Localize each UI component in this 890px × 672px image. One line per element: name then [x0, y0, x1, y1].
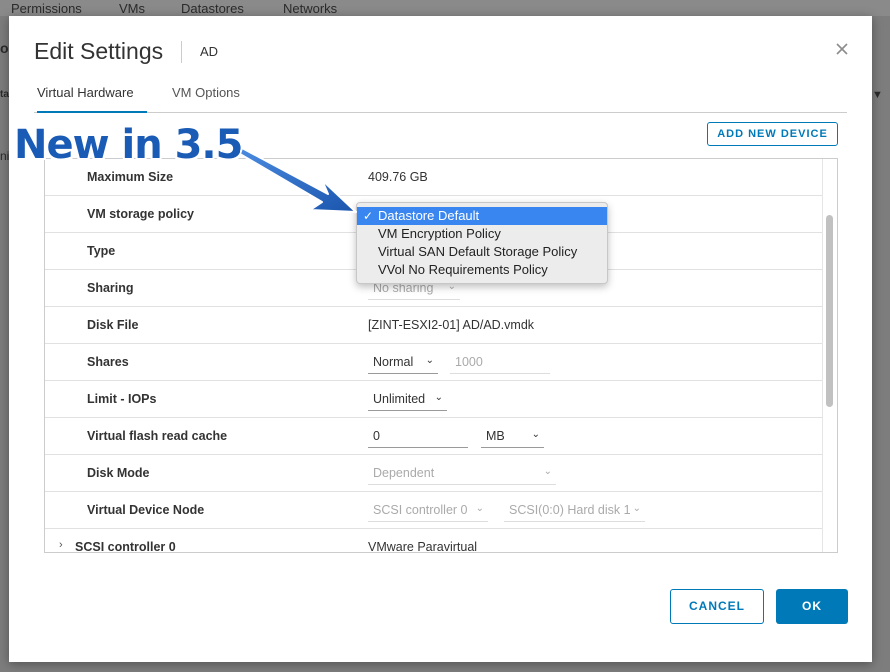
dialog-tabs: Virtual Hardware VM Options: [34, 85, 847, 113]
add-new-device-button[interactable]: ADD NEW DEVICE: [707, 122, 838, 146]
row-label: Limit - IOPs: [87, 392, 157, 406]
dropdown-option-vvol[interactable]: VVol No Requirements Policy: [357, 261, 607, 279]
shares-select[interactable]: Normal ⌄: [368, 350, 438, 374]
limit-iops-value: Unlimited: [373, 392, 426, 406]
bg-tab-permissions: Permissions: [11, 1, 82, 16]
row-scsi-controller[interactable]: › SCSI controller 0 VMware Paravirtual: [45, 529, 822, 553]
flash-cache-unit-select[interactable]: MB ⌄: [481, 424, 544, 448]
row-limit-iops: Limit - IOPs Unlimited ⌄: [45, 381, 822, 418]
bg-tab-vms: VMs: [119, 1, 145, 16]
bg-tab-networks: Networks: [283, 1, 338, 16]
row-label: Disk File: [87, 318, 139, 332]
title-divider: [181, 41, 182, 63]
chevron-down-icon: ⌄: [531, 429, 540, 440]
disk-mode-select[interactable]: Dependent ⌄: [368, 461, 556, 485]
dropdown-option-vsan-default[interactable]: Virtual SAN Default Storage Policy: [357, 243, 607, 261]
flash-cache-unit: MB: [486, 429, 505, 443]
scrollbar-thumb[interactable]: [826, 215, 833, 407]
row-label: Maximum Size: [87, 170, 174, 184]
chevron-down-icon: ⌄: [434, 392, 443, 403]
row-label: Shares: [87, 355, 129, 369]
background-tab-bar: Permissions VMs Datastores Networks: [0, 0, 890, 16]
shares-value: Normal: [373, 355, 414, 369]
dialog-subtitle: AD: [200, 44, 219, 59]
dropdown-option-datastore-default[interactable]: ✓ Datastore Default: [357, 207, 607, 225]
row-label: Virtual flash read cache: [87, 429, 228, 443]
chevron-down-icon: ⌄: [475, 503, 484, 514]
bg-fragment: ni: [0, 149, 9, 163]
device-disk-value: SCSI(0:0) Hard disk 1: [509, 503, 631, 517]
chevron-down-icon: ⌄: [425, 355, 434, 366]
ok-button[interactable]: OK: [776, 589, 848, 624]
scsi-controller-value: VMware Paravirtual: [368, 540, 478, 553]
bg-fragment: o: [0, 40, 9, 56]
bg-chevron-icon: ▼: [872, 89, 883, 101]
disk-mode-value: Dependent: [373, 466, 435, 480]
row-label: Type: [87, 244, 116, 258]
limit-iops-select[interactable]: Unlimited ⌄: [368, 387, 447, 411]
chevron-down-icon: ⌄: [632, 503, 641, 514]
maximum-size-value: 409.76 GB: [368, 170, 428, 184]
cancel-button[interactable]: CANCEL: [670, 589, 764, 624]
device-controller-value: SCSI controller 0: [373, 503, 468, 517]
tab-virtual-hardware[interactable]: Virtual Hardware: [37, 85, 147, 113]
chevron-right-icon[interactable]: ›: [59, 539, 63, 551]
tab-vm-options[interactable]: VM Options: [172, 85, 240, 113]
row-label: SCSI controller 0: [75, 540, 176, 553]
row-label: VM storage policy: [87, 207, 194, 221]
annotation-arrow-icon: [240, 147, 357, 213]
device-disk-select[interactable]: SCSI(0:0) Hard disk 1 ⌄: [504, 498, 645, 522]
close-icon[interactable]: [835, 42, 849, 56]
storage-policy-dropdown: ✓ Datastore Default VM Encryption Policy…: [356, 202, 608, 284]
row-label: Virtual Device Node: [87, 503, 205, 517]
row-label: Disk Mode: [87, 466, 150, 480]
annotation-label: New in 3.5: [14, 122, 243, 168]
edit-settings-dialog: Edit Settings AD Virtual Hardware VM Opt…: [9, 16, 872, 662]
checkmark-icon: ✓: [363, 209, 374, 223]
flash-cache-input[interactable]: 0: [368, 424, 468, 448]
row-disk-file: Disk File [ZINT-ESXI2-01] AD/AD.vmdk: [45, 307, 822, 344]
row-virtual-device-node: Virtual Device Node SCSI controller 0 ⌄ …: [45, 492, 822, 529]
dialog-title: Edit Settings: [34, 38, 164, 64]
row-label: Sharing: [87, 281, 134, 295]
option-label: Datastore Default: [378, 208, 480, 223]
row-disk-mode: Disk Mode Dependent ⌄: [45, 455, 822, 492]
chevron-down-icon: ⌄: [543, 466, 552, 477]
shares-number-input[interactable]: 1000: [450, 350, 550, 374]
dropdown-option-vm-encryption[interactable]: VM Encryption Policy: [357, 225, 607, 243]
row-shares: Shares Normal ⌄ 1000: [45, 344, 822, 381]
bg-tab-datastores: Datastores: [181, 1, 244, 16]
row-flash-cache: Virtual flash read cache 0 MB ⌄: [45, 418, 822, 455]
device-controller-select[interactable]: SCSI controller 0 ⌄: [368, 498, 488, 522]
disk-file-value: [ZINT-ESXI2-01] AD/AD.vmdk: [368, 318, 535, 332]
bg-fragment: ta: [0, 89, 9, 100]
